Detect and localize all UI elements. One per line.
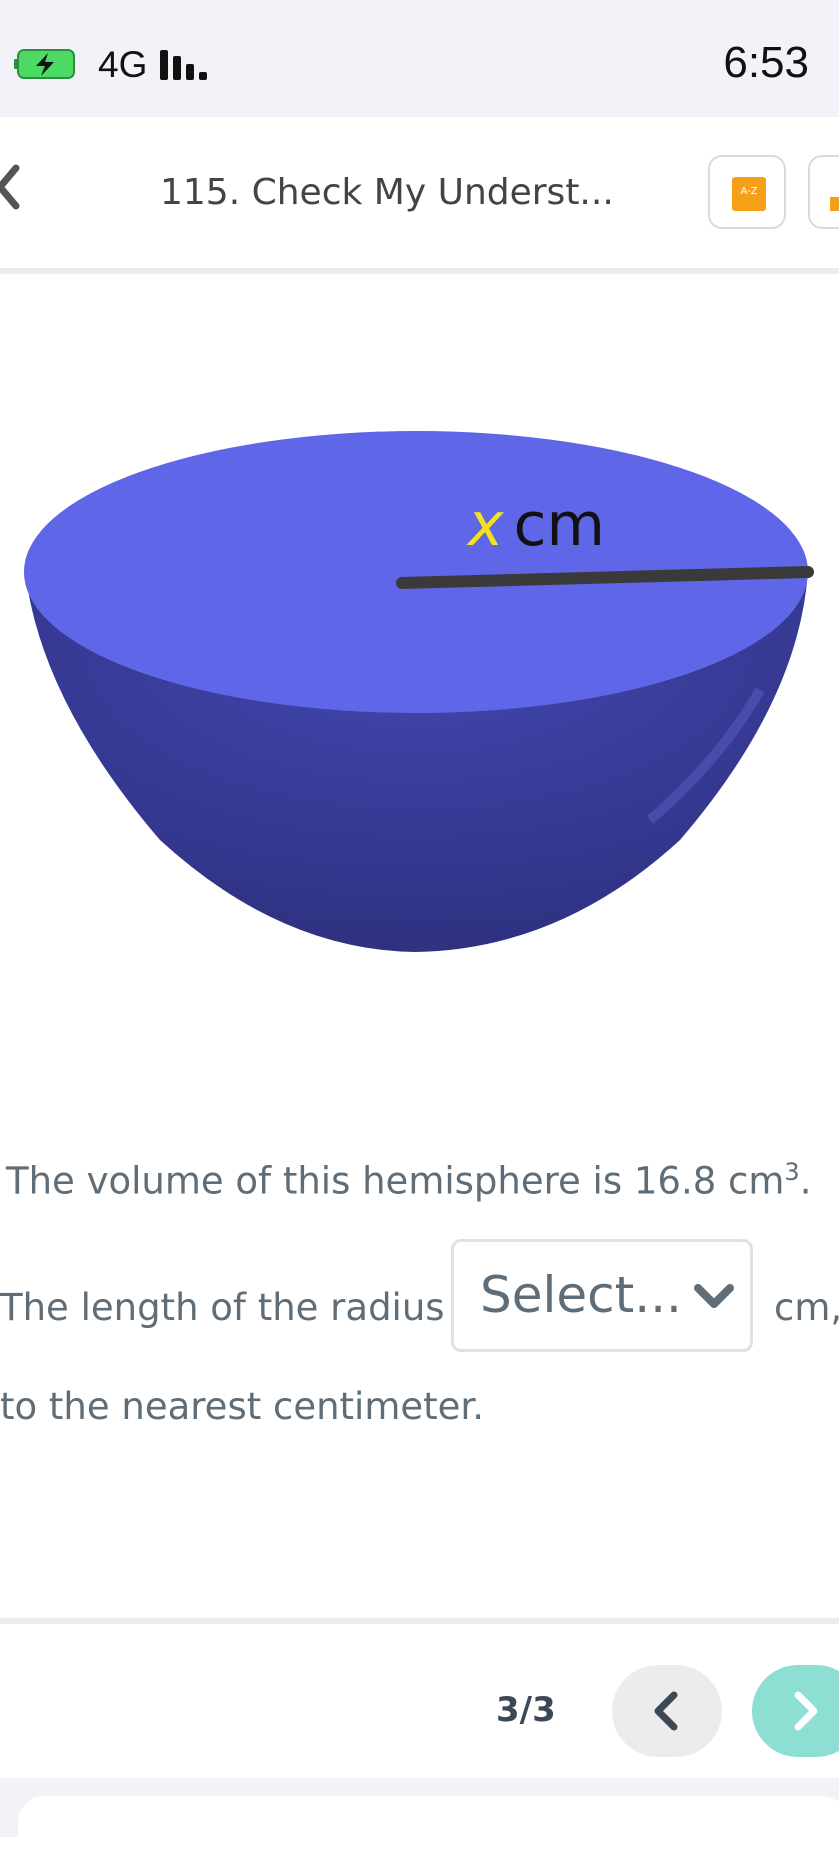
page-counter: 3/3	[496, 1690, 556, 1730]
glossary-book-icon: A-Z	[732, 177, 766, 211]
radius-label: x cm	[468, 490, 605, 560]
radius-prompt: The length of the radius is	[0, 1286, 486, 1329]
battery-charging-icon	[14, 49, 75, 79]
volume-period: .	[799, 1159, 812, 1203]
signal-strength-icon	[160, 50, 207, 80]
network-type: 4G	[98, 44, 148, 85]
status-time: 6:53	[723, 38, 809, 87]
glossary-badge-text: A-Z	[740, 186, 758, 197]
rounding-instruction: to the nearest centimeter.	[0, 1385, 484, 1428]
hemisphere-figure	[24, 431, 814, 952]
radius-answer-select[interactable]: Select...	[451, 1239, 753, 1352]
unit-label: cm,	[774, 1286, 839, 1329]
lesson-header: 115. Check My Underst... A-Z	[0, 117, 839, 267]
footer-divider	[0, 1618, 839, 1624]
header-divider	[0, 268, 839, 274]
chevron-left-icon	[654, 1691, 678, 1731]
notes-button[interactable]	[808, 155, 839, 229]
notes-icon	[830, 197, 839, 211]
radius-variable: x	[468, 490, 504, 560]
previous-button[interactable]	[612, 1665, 722, 1757]
radius-unit: cm	[513, 490, 605, 560]
page-title: 115. Check My Underst...	[160, 172, 614, 213]
next-button[interactable]	[752, 1665, 839, 1757]
volume-text: The volume of this hemisphere is 16.8 cm	[6, 1159, 785, 1203]
bottom-sheet	[18, 1796, 839, 1856]
volume-exponent: 3	[784, 1158, 800, 1186]
glossary-button[interactable]: A-Z	[708, 155, 786, 229]
back-chevron-icon[interactable]	[0, 162, 30, 212]
chevron-right-icon	[794, 1691, 818, 1731]
status-bar: 4G 6:53	[0, 0, 839, 117]
select-placeholder: Select...	[480, 1266, 682, 1324]
chevron-down-icon	[694, 1284, 734, 1308]
volume-statement: The volume of this hemisphere is 16.8 cm…	[6, 1158, 811, 1202]
